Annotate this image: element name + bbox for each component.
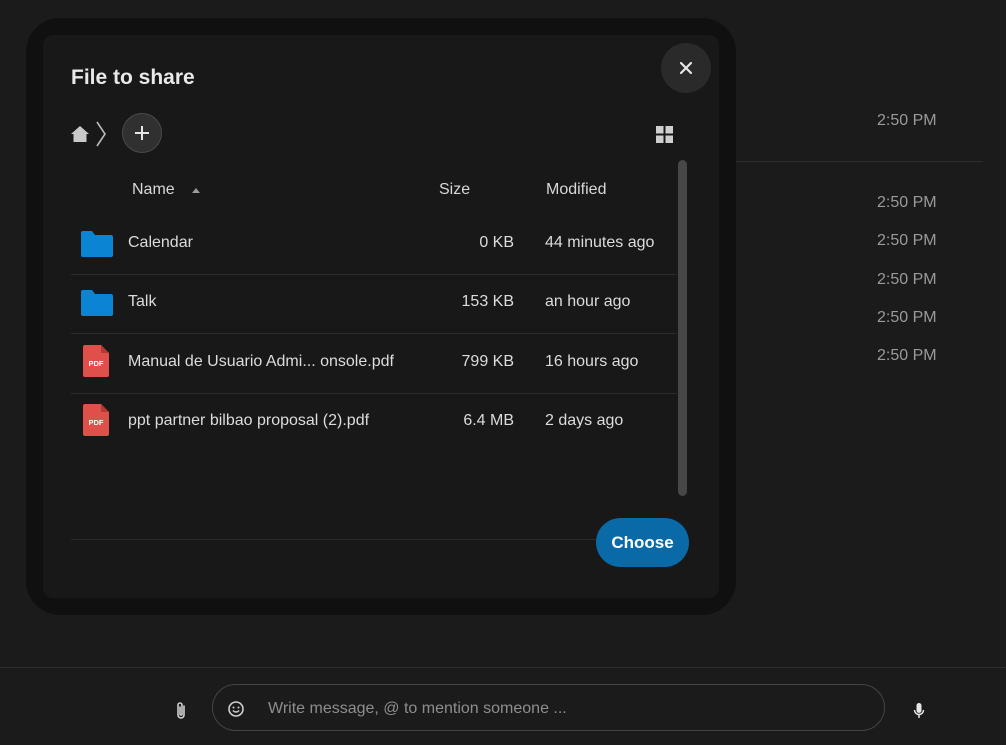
message-timestamp: 2:50 PM xyxy=(877,194,937,211)
new-item-button[interactable] xyxy=(122,113,162,153)
column-header-modified[interactable]: Modified xyxy=(546,181,606,199)
close-button[interactable] xyxy=(661,43,711,93)
message-timestamp: 2:50 PM xyxy=(877,347,937,364)
microphone-icon xyxy=(913,703,925,718)
close-icon xyxy=(679,61,693,75)
dialog-title: File to share xyxy=(71,66,195,89)
file-row[interactable]: PDF ppt partner bilbao proposal (2).pdf … xyxy=(71,393,677,452)
file-name: Calendar xyxy=(128,234,193,251)
column-header-name[interactable]: Name xyxy=(132,181,175,199)
message-input[interactable] xyxy=(266,690,870,728)
emoji-icon xyxy=(228,701,244,717)
file-row[interactable]: Talk 153 KB an hour ago xyxy=(71,274,677,334)
file-list-scrollbar[interactable] xyxy=(678,160,687,496)
file-size: 799 KB xyxy=(461,353,514,370)
file-modified: 16 hours ago xyxy=(545,353,639,370)
paperclip-icon xyxy=(177,702,185,719)
file-row[interactable]: PDF Manual de Usuario Admi... onsole.pdf… xyxy=(71,334,677,394)
file-modified: 44 minutes ago xyxy=(545,234,655,251)
file-size: 153 KB xyxy=(461,293,514,310)
file-size: 0 KB xyxy=(479,234,514,251)
pdf-file-icon: PDF xyxy=(83,404,109,436)
file-name: Manual de Usuario Admi... onsole.pdf xyxy=(128,353,394,370)
file-modified: an hour ago xyxy=(545,293,631,310)
file-name: Talk xyxy=(128,293,157,310)
file-modified: 2 days ago xyxy=(545,412,624,429)
column-header-size[interactable]: Size xyxy=(439,181,470,199)
home-icon[interactable] xyxy=(70,124,90,144)
folder-icon xyxy=(81,290,113,316)
breadcrumb-chevron-icon xyxy=(96,121,106,147)
file-row[interactable]: Calendar 0 KB 44 minutes ago xyxy=(71,215,677,275)
message-timestamp: 2:50 PM xyxy=(877,309,937,326)
message-divider xyxy=(720,161,983,162)
file-name: ppt partner bilbao proposal (2).pdf xyxy=(128,412,370,429)
folder-icon xyxy=(81,231,113,257)
plus-icon xyxy=(135,126,149,140)
pdf-file-icon: PDF xyxy=(83,345,109,377)
choose-button[interactable]: Choose xyxy=(596,518,689,567)
message-timestamp: 2:50 PM xyxy=(877,271,937,288)
message-timestamp: 2:50 PM xyxy=(877,112,937,129)
grid-view-toggle[interactable] xyxy=(653,123,675,145)
grid-view-icon xyxy=(655,125,673,143)
pdf-badge-text: PDF xyxy=(89,418,104,427)
dialog-footer-divider xyxy=(71,539,606,540)
pdf-badge-text: PDF xyxy=(89,359,104,368)
voice-message-button[interactable] xyxy=(908,700,930,722)
emoji-button[interactable] xyxy=(225,698,247,720)
file-size: 6.4 MB xyxy=(463,412,514,429)
message-timestamp: 2:50 PM xyxy=(877,232,937,249)
attach-button[interactable] xyxy=(170,700,192,722)
sort-ascending-icon xyxy=(192,188,200,193)
